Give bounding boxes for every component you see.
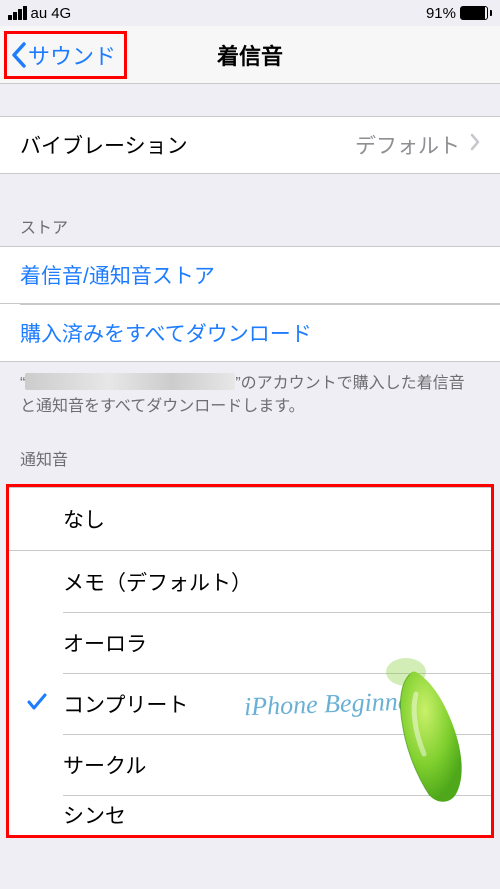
store-footer: “”のアカウントで購入した着信音と通知音をすべてダウンロードします。 <box>0 362 500 418</box>
tone-label: シンセ <box>63 800 126 830</box>
check-icon <box>27 691 47 717</box>
battery-icon <box>460 6 492 20</box>
tone-label: なし <box>63 504 105 534</box>
chevron-left-icon <box>11 42 27 68</box>
tone-row-synth[interactable]: シンセ <box>9 795 491 835</box>
nav-header: サウンド 着信音 <box>0 26 500 84</box>
back-label: サウンド <box>28 39 116 71</box>
vibration-group: バイブレーション デフォルト <box>0 116 500 174</box>
tone-row-none[interactable]: なし <box>9 487 491 551</box>
tone-label: オーロラ <box>63 628 147 658</box>
vibration-label: バイブレーション <box>20 130 188 160</box>
tone-label: コンプリート <box>63 689 188 719</box>
redacted-account <box>25 373 235 390</box>
signal-icon <box>8 6 27 20</box>
battery-percent: 91% <box>426 5 456 22</box>
tone-row-complete[interactable]: コンプリート <box>9 673 491 734</box>
store-group: ストア 着信音/通知音ストア 購入済みをすべてダウンロード “”のアカウントで購… <box>0 214 500 418</box>
alert-tones-header: 通知音 <box>0 446 500 478</box>
store-header: ストア <box>0 214 500 246</box>
ringtone-store-label: 着信音/通知音ストア <box>20 260 215 290</box>
network-label: 4G <box>51 5 71 22</box>
carrier-label: au <box>31 5 48 22</box>
tone-row-circle[interactable]: サークル <box>9 734 491 795</box>
alert-tones-group: 通知音 なし メモ（デフォルト） オーロラ コンプリート サークル シンセ <box>0 446 500 838</box>
tone-label: サークル <box>63 750 146 780</box>
tone-row-aurora[interactable]: オーロラ <box>9 612 491 673</box>
download-all-row[interactable]: 購入済みをすべてダウンロード <box>0 304 500 362</box>
page-title: 着信音 <box>217 39 283 71</box>
status-bar: au 4G 91% <box>0 0 500 26</box>
back-button[interactable]: サウンド <box>4 31 127 79</box>
alert-tones-list: なし メモ（デフォルト） オーロラ コンプリート サークル シンセ <box>6 484 494 838</box>
vibration-row[interactable]: バイブレーション デフォルト <box>0 116 500 174</box>
vibration-value: デフォルト <box>355 130 460 160</box>
status-right: 91% <box>426 5 492 22</box>
status-left: au 4G <box>8 5 71 22</box>
ringtone-store-row[interactable]: 着信音/通知音ストア <box>0 246 500 304</box>
tone-row-memo[interactable]: メモ（デフォルト） <box>9 551 491 612</box>
tone-label: メモ（デフォルト） <box>63 567 252 597</box>
download-all-label: 購入済みをすべてダウンロード <box>20 318 312 348</box>
chevron-right-icon <box>470 133 480 157</box>
